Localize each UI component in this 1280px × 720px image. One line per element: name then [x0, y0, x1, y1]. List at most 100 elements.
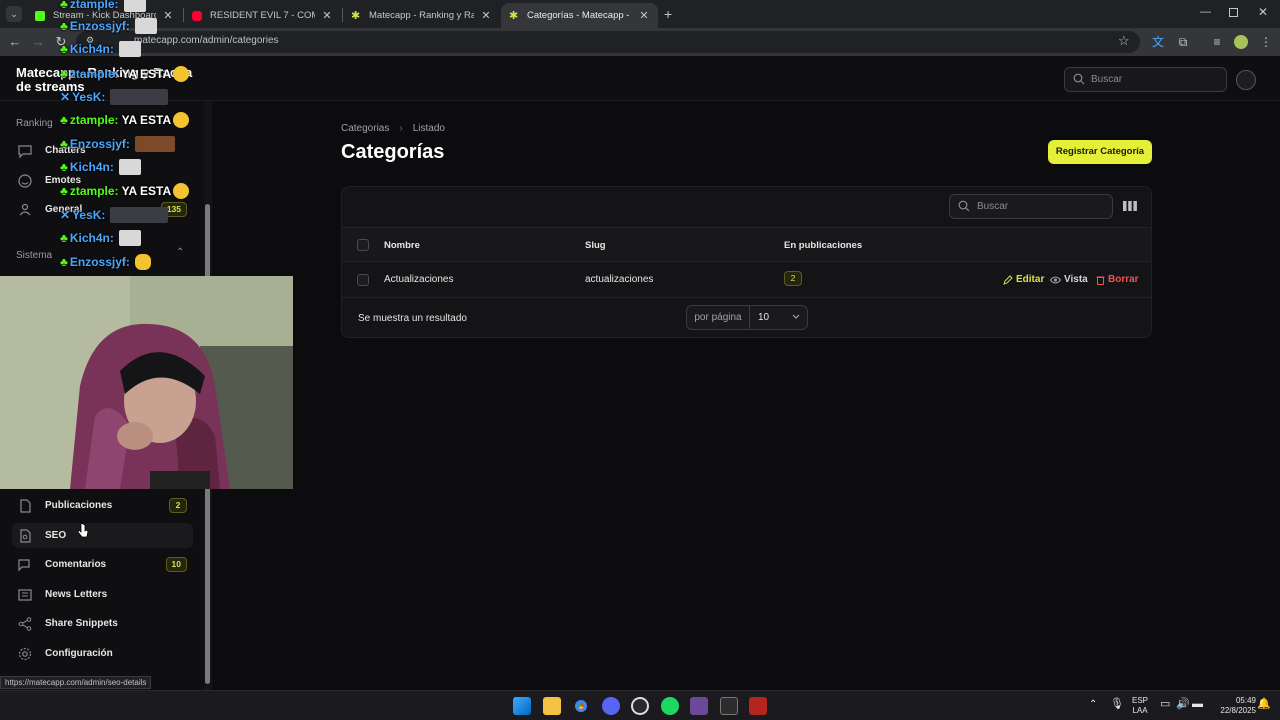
extensions-icon[interactable]: ⧉: [1176, 35, 1190, 49]
view-action[interactable]: Vista: [1050, 274, 1088, 285]
sidebar-item-label: SEO: [45, 530, 67, 541]
notifications-icon[interactable]: 🔔: [1257, 699, 1271, 710]
count-badge: 10: [165, 557, 187, 572]
chat-message: ♣ ztample: YA ESTA: [60, 112, 190, 128]
row-checkbox[interactable]: [357, 274, 369, 286]
kick-badge-icon: ♣: [60, 160, 68, 174]
kick-badge-icon: ♣: [60, 231, 68, 245]
global-search-input[interactable]: Buscar: [1064, 67, 1227, 92]
network-icon[interactable]: ▭: [1160, 699, 1170, 710]
column-header-slug[interactable]: Slug: [585, 240, 606, 251]
emote-image: [118, 159, 141, 175]
table-search-input[interactable]: Buscar: [949, 194, 1113, 219]
user-avatar[interactable]: [1236, 70, 1256, 90]
create-category-button[interactable]: Registrar Categoría: [1048, 140, 1152, 164]
categories-table-card: Buscar Nombre Slug En publicaciones Actu…: [341, 186, 1152, 338]
chat-message: ♣ Kich4n:: [60, 41, 141, 57]
breadcrumb-link[interactable]: Categorias: [341, 123, 389, 134]
breadcrumb: Categorias › Listado: [341, 123, 445, 134]
kick-badge-icon: ♣: [60, 113, 68, 127]
keyboard-language[interactable]: ESP LAA: [1130, 696, 1150, 716]
app-icon[interactable]: [690, 697, 708, 715]
obs-icon[interactable]: [631, 697, 649, 715]
document-icon: [20, 498, 31, 513]
sidebar-item-configuracion[interactable]: Configuración: [12, 641, 193, 666]
translate-extension-icon[interactable]: 文: [1151, 35, 1165, 49]
sidebar-item-label: Configuración: [45, 648, 113, 659]
sidebar-item-comentarios[interactable]: Comentarios 10: [12, 552, 193, 577]
edit-action[interactable]: Editar: [1003, 274, 1044, 285]
close-tab-icon[interactable]: ✕: [321, 9, 333, 22]
minimize-window-icon[interactable]: —: [1200, 6, 1211, 18]
microphone-icon[interactable]: 🎙: [1110, 699, 1124, 710]
file-explorer-icon[interactable]: [543, 697, 561, 715]
eye-icon: [1050, 276, 1061, 283]
per-page-select[interactable]: por página 10: [686, 305, 808, 330]
terminal-icon[interactable]: [720, 697, 738, 715]
delete-action[interactable]: Borrar: [1096, 274, 1139, 285]
cell-slug: actualizaciones: [585, 274, 654, 285]
clock[interactable]: 05:49 22/8/2025: [1208, 696, 1256, 716]
battery-icon[interactable]: ▬: [1192, 699, 1203, 710]
volume-icon[interactable]: 🔊: [1176, 699, 1190, 710]
clock-time: 05:49: [1235, 696, 1256, 705]
browser-menu-icon[interactable]: ⋮: [1259, 35, 1273, 49]
kick-badge-icon: ♣: [60, 19, 68, 33]
kick-badge-icon: ♣: [60, 67, 68, 81]
sidebar-item-label: Comentarios: [45, 559, 107, 570]
browser-tab[interactable]: ✱ Matecapp - Ranking y Racha de... ✕: [343, 3, 500, 28]
new-tab-button[interactable]: +: [664, 6, 672, 22]
matecapp-favicon-icon: ✱: [509, 9, 519, 22]
close-tab-icon[interactable]: ✕: [480, 9, 492, 22]
media-control-icon[interactable]: ≡: [1210, 35, 1224, 49]
chat-message: ♣ Kich4n:: [60, 159, 141, 175]
page-title: Categorías: [341, 141, 445, 163]
chat-message: ♣ Enzossjyf:: [60, 18, 157, 34]
tray-overflow-icon[interactable]: ⌃: [1089, 700, 1097, 710]
mouse-cursor-icon: [78, 522, 88, 538]
sidebar-item-publicaciones[interactable]: Publicaciones 2: [12, 493, 193, 518]
gear-icon: [18, 647, 32, 660]
columns-toggle-icon[interactable]: [1123, 200, 1137, 212]
chrome-icon[interactable]: [572, 697, 590, 715]
search-placeholder: Buscar: [977, 201, 1009, 212]
matecapp-favicon-icon: ✱: [351, 9, 361, 22]
edit-label: Editar: [1016, 274, 1045, 285]
chat-message: ♣ Kich4n:: [60, 230, 141, 246]
sidebar-item-seo[interactable]: SEO: [12, 523, 193, 548]
browser-tab-active[interactable]: ✱ Categorías - Matecapp - Ranki... ✕: [501, 3, 658, 28]
column-header-nombre[interactable]: Nombre: [384, 240, 420, 251]
close-window-icon[interactable]: ✕: [1258, 5, 1268, 19]
keyboard-layout: LAA: [1132, 706, 1148, 715]
close-tab-icon[interactable]: ✕: [638, 9, 650, 22]
chat-message: ♣ ztample: YA ESTA: [60, 66, 190, 82]
results-summary: Se muestra un resultado: [358, 313, 467, 324]
per-page-label: por página: [687, 306, 750, 329]
sidebar-item-label: Share Snippets: [45, 618, 118, 629]
windows-start-icon[interactable]: [513, 697, 531, 715]
trash-icon: [1096, 276, 1105, 285]
table-row: Actualizaciones actualizaciones 2 Editar…: [342, 262, 1151, 298]
emote-image: [173, 183, 190, 199]
chat-message: ♣ Enzossjyf:: [60, 254, 151, 270]
chat-message: ♣ ztample: YA ESTA: [60, 183, 190, 199]
view-label: Vista: [1064, 274, 1088, 285]
column-header-en-publicaciones[interactable]: En publicaciones: [784, 240, 862, 251]
select-all-checkbox[interactable]: [357, 239, 369, 251]
bookmark-star-icon[interactable]: ☆: [1118, 33, 1130, 49]
sidebar-item-news-letters[interactable]: News Letters: [12, 582, 193, 607]
profile-avatar-icon[interactable]: [1234, 35, 1248, 49]
emote-image: [173, 112, 190, 128]
spotify-icon[interactable]: [661, 697, 679, 715]
sidebar-item-share-snippets[interactable]: Share Snippets: [12, 611, 193, 636]
search-icon: [1073, 73, 1085, 85]
discord-icon[interactable]: [602, 697, 620, 715]
emote-image: [118, 230, 141, 246]
share-icon: [18, 616, 32, 631]
per-page-value[interactable]: 10: [750, 306, 807, 329]
media-app-icon[interactable]: [749, 697, 767, 715]
emote-image: [173, 66, 190, 82]
restore-window-icon[interactable]: [1229, 8, 1238, 17]
emote-image: [118, 41, 141, 57]
delete-label: Borrar: [1108, 274, 1139, 285]
